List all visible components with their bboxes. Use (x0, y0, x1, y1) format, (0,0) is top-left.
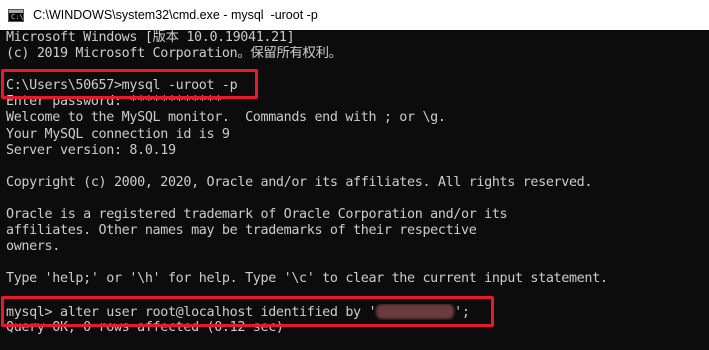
console-line: Oracle is a registered trademark of Orac… (6, 207, 508, 223)
sql-command-suffix: '; (454, 304, 470, 320)
console-line: Welcome to the MySQL monitor. Commands e… (6, 110, 446, 126)
console-line: C:\Users\50657>mysql -uroot -p (6, 78, 238, 94)
sql-command-prefix: mysql> alter user root@localhost identif… (6, 304, 377, 320)
cmd-window: C:\ C:\WINDOWS\system32\cmd.exe - mysql … (0, 0, 709, 350)
console-line: Enter password: ************ (6, 94, 222, 110)
console-line: Type 'help;' or '\h' for help. Type '\c'… (6, 271, 608, 287)
console-line: Copyright (c) 2000, 2020, Oracle and/or … (6, 174, 593, 190)
redacted-password (376, 303, 455, 319)
console-line: affiliates. Other names may be trademark… (6, 223, 477, 239)
console-line: Your MySQL connection id is 9 (6, 126, 230, 142)
console-line: Microsoft Windows [版本 10.0.19041.21] (6, 30, 295, 45)
console-line: owners. (6, 239, 60, 255)
title-bar[interactable]: C:\ C:\WINDOWS\system32\cmd.exe - mysql … (0, 0, 709, 30)
query-result-line: Query OK, 0 rows affected (0.12 sec) (6, 319, 284, 335)
cmd-icon: C:\ (8, 8, 24, 22)
console-output[interactable]: Microsoft Windows [版本 10.0.19041.21] (c)… (0, 30, 709, 350)
sql-command-line: mysql> alter user root@localhost identif… (6, 303, 709, 320)
window-title: C:\WINDOWS\system32\cmd.exe - mysql -uro… (33, 8, 318, 22)
console-line: (c) 2019 Microsoft Corporation。保留所有权利。 (6, 46, 342, 62)
console-line: Server version: 8.0.19 (6, 142, 176, 158)
